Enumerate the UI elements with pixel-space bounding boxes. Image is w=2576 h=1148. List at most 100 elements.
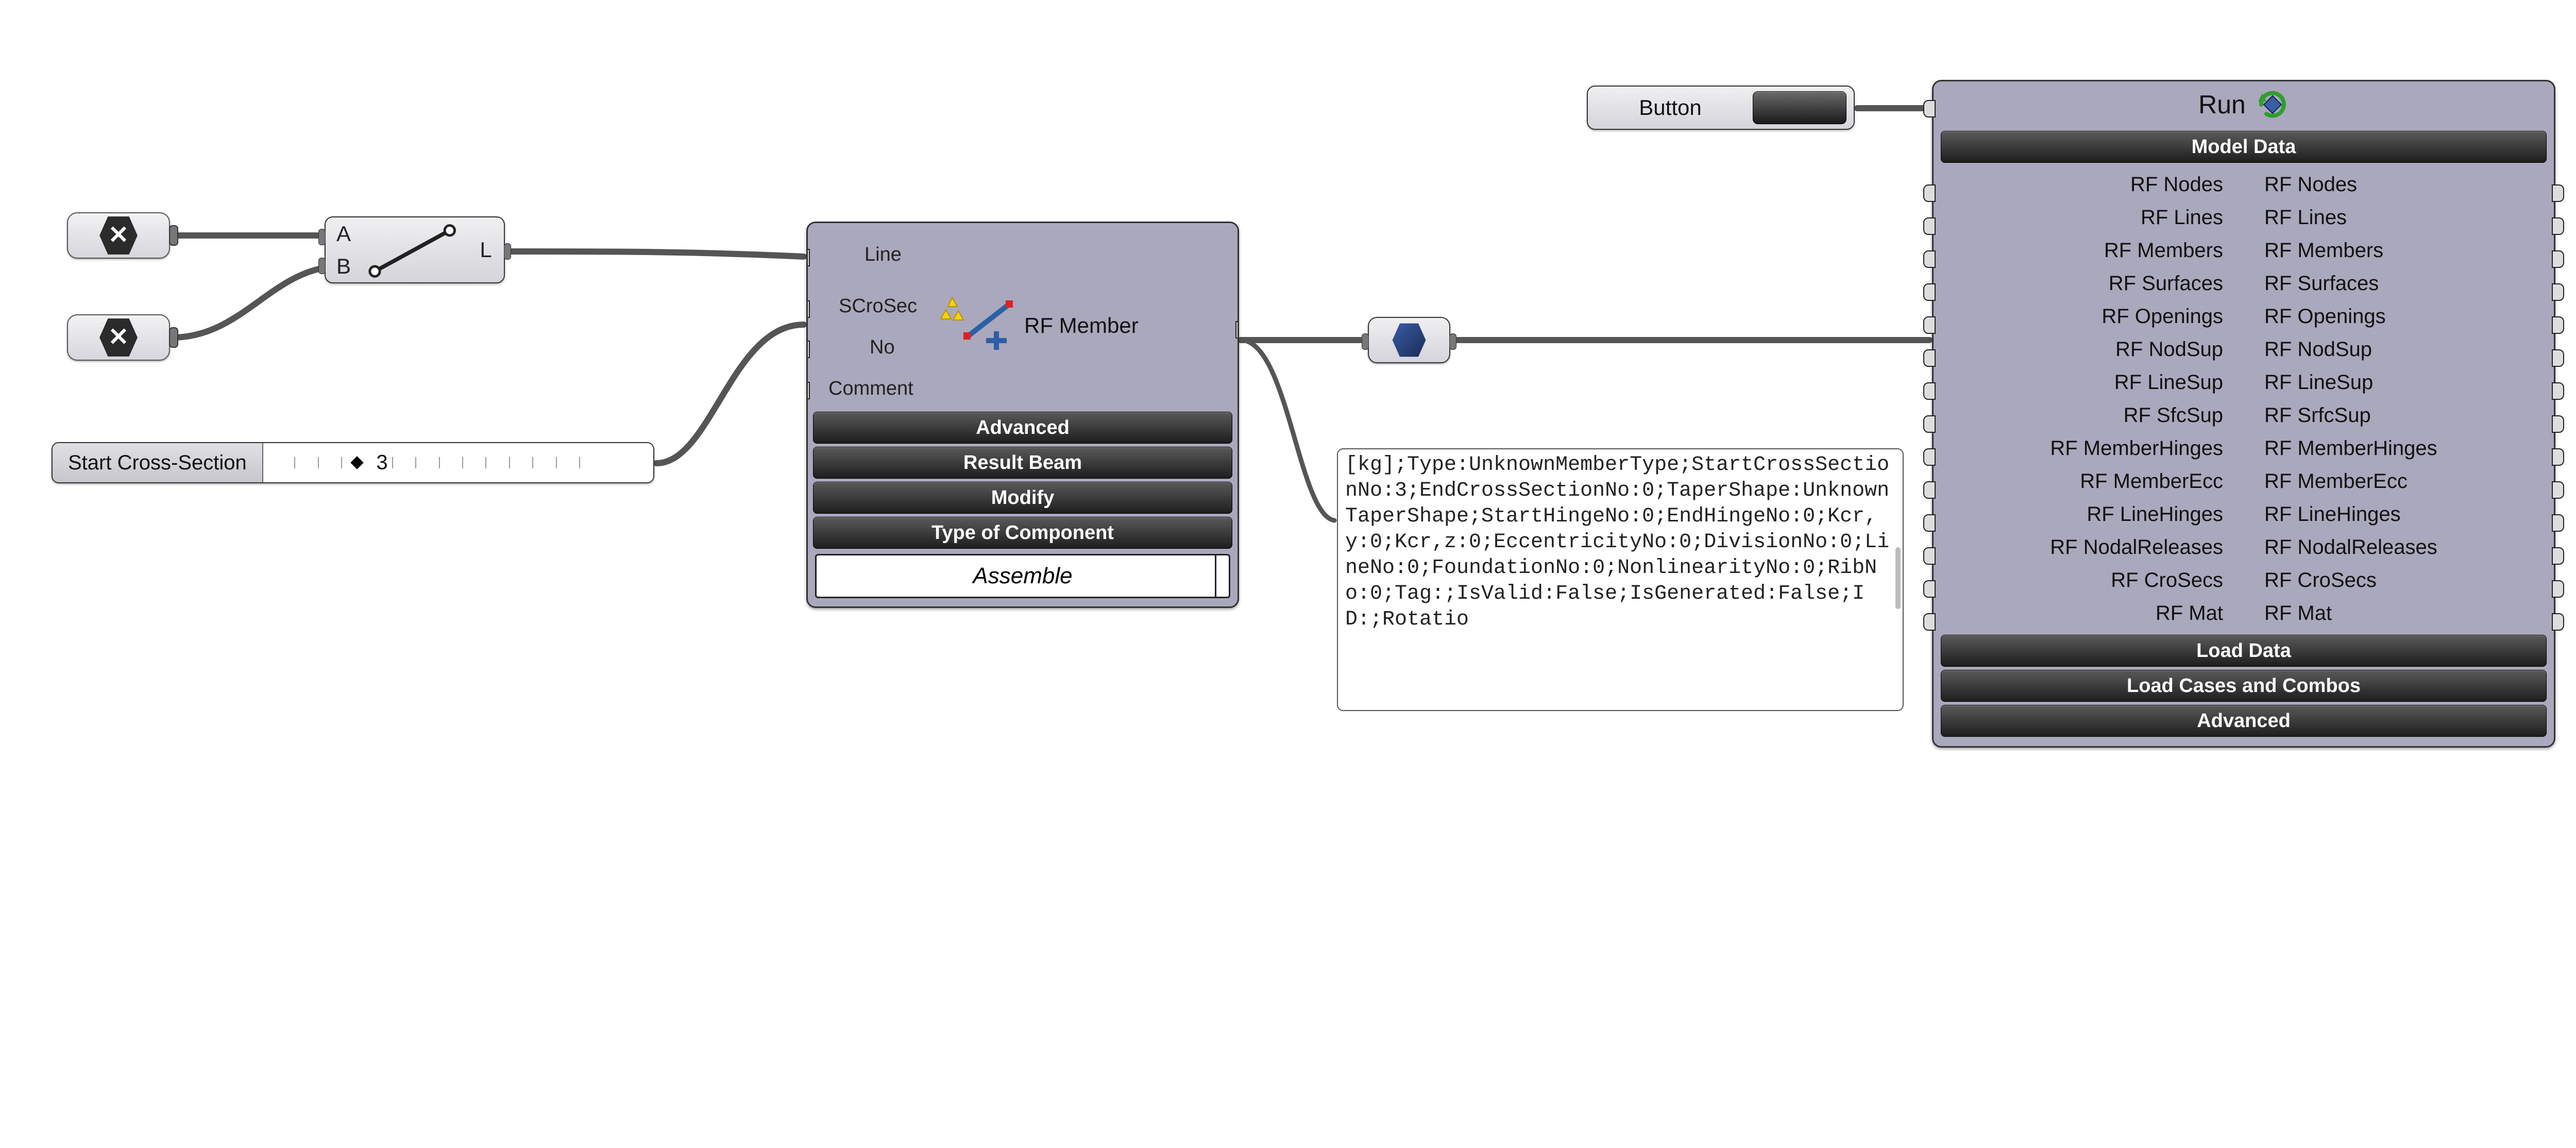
button-output-port[interactable] bbox=[1854, 101, 1855, 117]
param-in-port-4[interactable] bbox=[1923, 316, 1936, 334]
bar-result-beam[interactable]: Result Beam bbox=[813, 447, 1232, 479]
input-port-b[interactable] bbox=[318, 258, 326, 274]
param-in-2: RF Members bbox=[1949, 234, 2244, 267]
param-in-5: RF NodSup bbox=[1949, 333, 2244, 366]
port-out-member[interactable] bbox=[1235, 321, 1239, 339]
input-comment: Comment bbox=[828, 378, 913, 400]
grasshopper-canvas[interactable]: { "pill_a": { "icon_label": "✕" }, "pill… bbox=[0, 0, 2576, 1148]
param-out-port-4[interactable] bbox=[2552, 316, 2564, 334]
param-out-port-3[interactable] bbox=[2552, 283, 2564, 301]
param-out-5: RF NodSup bbox=[2244, 333, 2538, 366]
param-out-port-7[interactable] bbox=[2552, 415, 2564, 433]
param-in-port-12[interactable] bbox=[1923, 580, 1936, 598]
start-cross-section-slider[interactable]: Start Cross-Section 3 bbox=[52, 442, 654, 483]
port-in-line[interactable] bbox=[806, 249, 810, 266]
label-l: L bbox=[480, 238, 492, 262]
close-icon: ✕ bbox=[97, 214, 140, 257]
data-param[interactable] bbox=[1368, 317, 1450, 363]
param-in-port-1[interactable] bbox=[1923, 217, 1936, 235]
port-in-comment[interactable] bbox=[806, 382, 810, 399]
param-out-port-1[interactable] bbox=[2552, 217, 2564, 235]
port-in-no[interactable] bbox=[806, 341, 810, 358]
input-port[interactable] bbox=[1362, 333, 1369, 350]
param-in-port-2[interactable] bbox=[1923, 250, 1936, 268]
param-out-port-5[interactable] bbox=[2552, 349, 2564, 367]
param-in-10: RF LineHinges bbox=[1949, 498, 2244, 531]
rf-member-component[interactable]: Line SCroSec No Comment RF Member Advanc… bbox=[806, 222, 1239, 608]
param-out-port-0[interactable] bbox=[2552, 184, 2564, 202]
param-in-port-9[interactable] bbox=[1923, 481, 1936, 499]
bar-modify[interactable]: Modify bbox=[813, 482, 1232, 514]
param-in-port-3[interactable] bbox=[1923, 283, 1936, 301]
run-input-port[interactable] bbox=[1923, 100, 1936, 117]
button-face[interactable] bbox=[1753, 91, 1846, 124]
slider-value: 3 bbox=[376, 451, 387, 475]
param-out-13: RF Mat bbox=[2244, 597, 2538, 630]
param-out-0: RF Nodes bbox=[2244, 168, 2538, 201]
param-in-12: RF CroSecs bbox=[1949, 564, 2244, 597]
bar-advanced[interactable]: Advanced bbox=[813, 412, 1232, 444]
output-grip[interactable] bbox=[169, 225, 178, 246]
param-out-port-13[interactable] bbox=[2552, 613, 2564, 631]
param-out-11: RF NodalReleases bbox=[2244, 531, 2538, 564]
scrollbar-thumb[interactable] bbox=[1895, 547, 1901, 609]
param-out-10: RF LineHinges bbox=[2244, 498, 2538, 531]
param-out-12: RF CroSecs bbox=[2244, 564, 2538, 597]
section-load-data[interactable]: Load Data bbox=[1941, 635, 2547, 667]
param-in-port-0[interactable] bbox=[1923, 184, 1936, 202]
param-out-port-11[interactable] bbox=[2552, 547, 2564, 565]
section-load-cases[interactable]: Load Cases and Combos bbox=[1941, 670, 2547, 702]
param-in-4: RF Openings bbox=[1949, 300, 2244, 333]
point-param-a[interactable]: ✕ bbox=[67, 212, 170, 259]
output-rf-member: RF Member bbox=[1024, 313, 1139, 338]
param-out-port-9[interactable] bbox=[2552, 481, 2564, 499]
param-in-port-11[interactable] bbox=[1923, 547, 1936, 565]
member-icon bbox=[937, 295, 1019, 354]
button-component[interactable]: Button bbox=[1587, 86, 1855, 130]
param-in-6: RF LineSup bbox=[1949, 366, 2244, 399]
bar-type-of-component[interactable]: Type of Component bbox=[813, 517, 1232, 549]
run-title: Run bbox=[2198, 90, 2246, 120]
param-out-4: RF Openings bbox=[2244, 300, 2538, 333]
input-no: No bbox=[870, 336, 895, 359]
param-in-port-10[interactable] bbox=[1923, 514, 1936, 532]
output-grip[interactable] bbox=[169, 327, 178, 348]
param-in-port-5[interactable] bbox=[1923, 349, 1936, 367]
param-out-port-2[interactable] bbox=[2552, 250, 2564, 268]
input-port-a[interactable] bbox=[318, 229, 326, 245]
run-panel[interactable]: Run Model Data RF NodesRF NodesRF LinesR… bbox=[1932, 80, 2555, 748]
section-model-data[interactable]: Model Data bbox=[1941, 131, 2547, 163]
slider-label: Start Cross-Section bbox=[53, 443, 263, 482]
panel-input-port[interactable] bbox=[1337, 516, 1338, 533]
param-in-1: RF Lines bbox=[1949, 201, 2244, 234]
param-in-port-6[interactable] bbox=[1923, 382, 1936, 400]
slider-handle[interactable] bbox=[350, 456, 363, 469]
param-out-port-12[interactable] bbox=[2552, 580, 2564, 598]
input-line: Line bbox=[865, 244, 902, 266]
output-port-l[interactable] bbox=[504, 243, 511, 260]
line-component[interactable]: A B L bbox=[325, 216, 505, 283]
port-in-scrosec[interactable] bbox=[806, 300, 810, 318]
param-out-7: RF SrfcSup bbox=[2244, 399, 2538, 432]
param-in-port-8[interactable] bbox=[1923, 448, 1936, 466]
model-data-params: RF NodesRF NodesRF LinesRF LinesRF Membe… bbox=[1934, 166, 2554, 632]
input-scrosec: SCroSec bbox=[839, 295, 917, 317]
output-port[interactable] bbox=[1449, 333, 1456, 350]
line-icon bbox=[362, 217, 468, 282]
param-in-port-7[interactable] bbox=[1923, 415, 1936, 433]
text-panel[interactable]: [kg];Type:UnknownMemberType;StartCrossSe… bbox=[1337, 448, 1904, 711]
close-icon: ✕ bbox=[97, 316, 140, 359]
label-b: B bbox=[336, 254, 351, 279]
param-out-port-8[interactable] bbox=[2552, 448, 2564, 466]
param-out-9: RF MemberEcc bbox=[2244, 465, 2538, 498]
assemble-button[interactable]: Assemble bbox=[815, 554, 1230, 598]
point-param-b[interactable]: ✕ bbox=[67, 314, 170, 361]
param-in-11: RF NodalReleases bbox=[1949, 531, 2244, 564]
slider-track[interactable]: 3 bbox=[263, 443, 653, 482]
param-out-port-6[interactable] bbox=[2552, 382, 2564, 400]
param-in-0: RF Nodes bbox=[1949, 168, 2244, 201]
section-advanced[interactable]: Advanced bbox=[1941, 705, 2547, 737]
param-in-8: RF MemberHinges bbox=[1949, 432, 2244, 465]
param-in-port-13[interactable] bbox=[1923, 613, 1936, 631]
param-out-port-10[interactable] bbox=[2552, 514, 2564, 532]
